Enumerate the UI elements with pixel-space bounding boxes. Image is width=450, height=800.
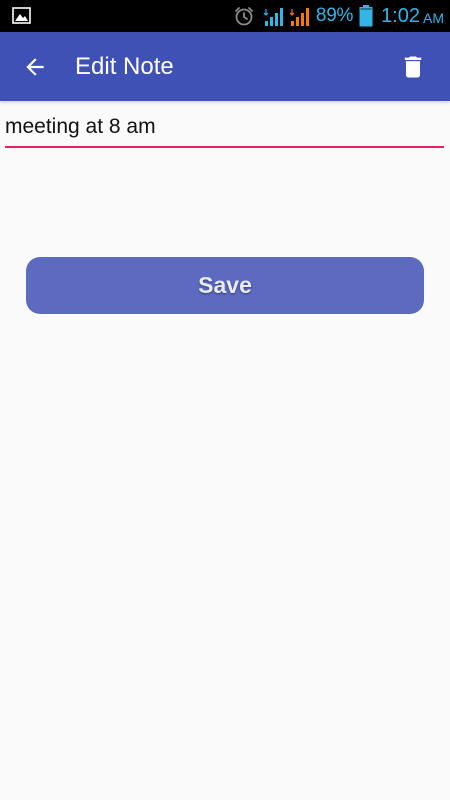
clock-ampm: AM (423, 10, 444, 26)
trash-icon (404, 56, 422, 78)
status-indicators: 89% 1:02 AM (233, 0, 444, 32)
status-bar: 89% 1:02 AM (0, 0, 450, 32)
app-bar: Edit Note (0, 32, 450, 101)
battery-percentage: 89% (315, 5, 354, 26)
arrow-left-icon (26, 58, 44, 76)
signal-icon (263, 8, 283, 26)
delete-button[interactable] (392, 46, 434, 88)
battery-icon (359, 5, 373, 27)
back-button[interactable] (14, 46, 56, 88)
image-icon (12, 7, 31, 24)
save-button[interactable]: Save (26, 257, 424, 314)
alarm-icon (235, 7, 253, 26)
signal-icon (289, 8, 309, 26)
clock-time: 1:02 (381, 4, 420, 27)
note-text-input[interactable] (5, 112, 444, 148)
page-title: Edit Note (75, 53, 174, 80)
